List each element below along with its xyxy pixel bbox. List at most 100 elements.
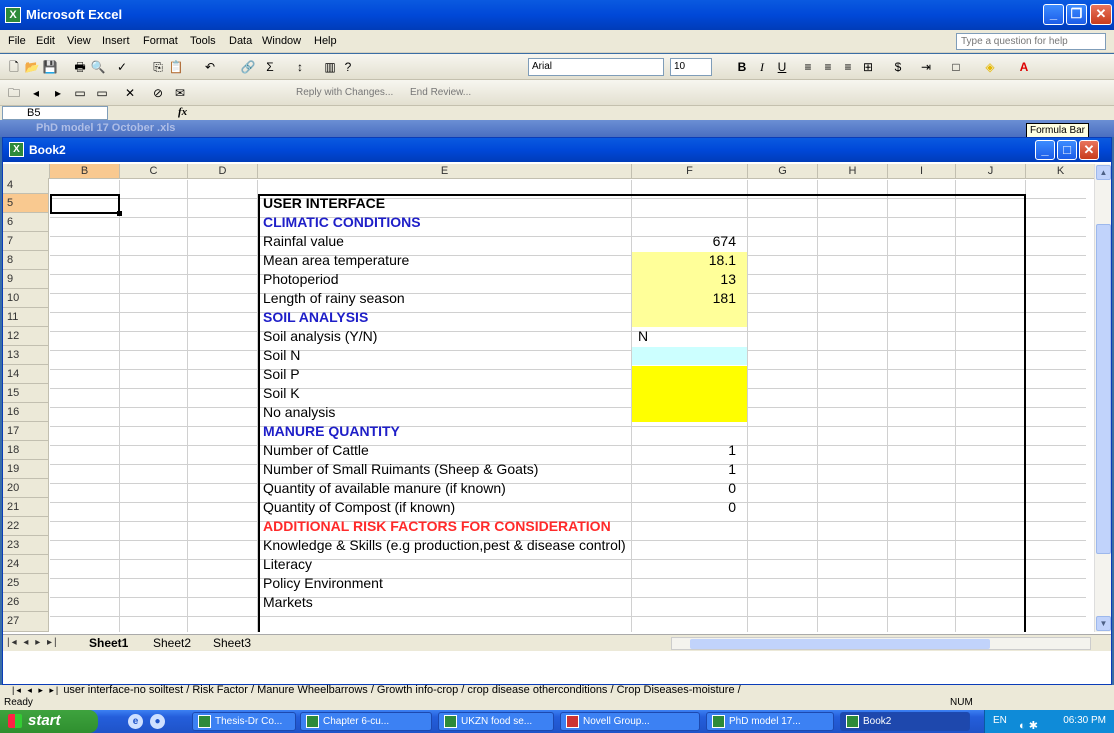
reply-with-changes-button[interactable]: Reply with Changes... — [296, 87, 393, 98]
font-color-icon[interactable]: A — [1016, 59, 1032, 75]
fill-color-icon[interactable]: ◈ — [982, 59, 998, 75]
cell-e22[interactable]: ADDITIONAL RISK FACTORS FOR CONSIDERATIO… — [263, 517, 611, 536]
workbook-minimize-button[interactable]: _ — [1035, 140, 1055, 160]
bold-icon[interactable]: B — [734, 59, 750, 75]
indent-icon[interactable]: ⇥ — [918, 59, 934, 75]
row-header[interactable]: 24 — [3, 555, 49, 574]
font-name-select[interactable]: Arial — [528, 58, 664, 76]
column-header-j[interactable]: J — [956, 164, 1026, 179]
vertical-scrollbar[interactable]: ▲ ▼ — [1094, 164, 1111, 632]
taskbar-item[interactable]: Thesis-Dr Co... — [192, 712, 296, 731]
menu-window[interactable]: Window — [262, 35, 301, 47]
cell-e10[interactable]: Length of rainy season — [263, 289, 405, 308]
send-mail-icon[interactable]: ✉ — [172, 85, 188, 101]
row-header[interactable]: 17 — [3, 422, 49, 441]
cell-f20[interactable]: 0 — [632, 479, 736, 498]
column-header-d[interactable]: D — [188, 164, 258, 179]
new-icon[interactable]: 🗋 — [6, 59, 22, 75]
cell-e23[interactable]: Knowledge & Skills (e.g production,pest … — [263, 536, 626, 555]
close-button[interactable]: ✕ — [1090, 4, 1112, 25]
tab-sheet2[interactable]: Sheet2 — [153, 636, 191, 651]
font-size-select[interactable]: 10 — [670, 58, 712, 76]
align-right-icon[interactable]: ≡ — [840, 59, 856, 75]
browser-quicklaunch-icon[interactable]: e — [128, 714, 143, 729]
start-button[interactable]: start — [0, 710, 98, 733]
cell-e13[interactable]: Soil N — [263, 346, 300, 365]
scrollbar-thumb[interactable] — [1096, 224, 1111, 554]
row-header[interactable]: 23 — [3, 536, 49, 555]
restore-button[interactable]: ❐ — [1066, 4, 1087, 25]
horizontal-scrollbar[interactable] — [671, 637, 1091, 650]
paste-icon[interactable]: 📋 — [168, 59, 184, 75]
cell-e19[interactable]: Number of Small Ruimants (Sheep & Goats) — [263, 460, 538, 479]
align-left-icon[interactable]: ≡ — [800, 59, 816, 75]
column-header-i[interactable]: I — [888, 164, 956, 179]
scroll-down-icon[interactable]: ▼ — [1096, 616, 1111, 631]
column-header-h[interactable]: H — [818, 164, 888, 179]
tab-sheet1[interactable]: Sheet1 — [89, 636, 128, 651]
row-header[interactable]: 7 — [3, 232, 49, 251]
taskbar-item[interactable]: Chapter 6-cu... — [300, 712, 432, 731]
column-header-k[interactable]: K — [1026, 164, 1096, 179]
delete-comment-icon[interactable]: ✕ — [122, 85, 138, 101]
row-header[interactable]: 27 — [3, 612, 49, 632]
merge-center-icon[interactable]: ⊞ — [860, 59, 876, 75]
sort-ascending-icon[interactable]: ↕ — [292, 59, 308, 75]
currency-icon[interactable]: $ — [890, 59, 906, 75]
show-comment-icon[interactable]: ▭ — [72, 85, 88, 101]
previous-comment-icon[interactable]: ◂ — [28, 85, 44, 101]
menu-help[interactable]: Help — [314, 35, 337, 47]
cell-e21[interactable]: Quantity of Compost (if known) — [263, 498, 455, 517]
row-header[interactable]: 10 — [3, 289, 49, 308]
italic-icon[interactable]: I — [754, 59, 770, 75]
print-preview-icon[interactable]: 🔍 — [90, 59, 106, 75]
row-header[interactable]: 8 — [3, 251, 49, 270]
menu-edit[interactable]: Edit — [36, 35, 55, 47]
column-header-e[interactable]: E — [258, 164, 632, 179]
cell-f18[interactable]: 1 — [632, 441, 736, 460]
menu-insert[interactable]: Insert — [102, 35, 130, 47]
language-indicator[interactable]: EN — [993, 710, 1007, 732]
spelling-icon[interactable]: ✓ — [114, 59, 130, 75]
minimize-button[interactable]: _ — [1043, 4, 1064, 25]
row-header[interactable]: 15 — [3, 384, 49, 403]
copy-icon[interactable]: ⎘ — [150, 59, 166, 75]
row-header[interactable]: 9 — [3, 270, 49, 289]
name-box[interactable]: B5 — [2, 106, 108, 120]
save-icon[interactable]: 💾 — [42, 59, 58, 75]
row-header[interactable]: 11 — [3, 308, 49, 327]
cell-f9[interactable]: 13 — [632, 270, 736, 289]
taskbar-item[interactable]: UKZN food se... — [438, 712, 554, 731]
cell-e20[interactable]: Quantity of available manure (if known) — [263, 479, 506, 498]
cell-f8[interactable]: 18.1 — [632, 251, 736, 270]
hyperlink-icon[interactable]: 🔗 — [240, 59, 256, 75]
cell-e9[interactable]: Photoperiod — [263, 270, 339, 289]
menu-data[interactable]: Data — [229, 35, 252, 47]
column-header-f[interactable]: F — [632, 164, 748, 179]
column-header-c[interactable]: C — [120, 164, 188, 179]
row-header[interactable]: 16 — [3, 403, 49, 422]
select-all-corner[interactable] — [3, 164, 50, 179]
cell-e18[interactable]: Number of Cattle — [263, 441, 369, 460]
media-quicklaunch-icon[interactable]: ● — [150, 714, 165, 729]
row-header[interactable]: 5 — [3, 194, 49, 213]
taskbar-item[interactable]: Novell Group... — [560, 712, 700, 731]
cell-f10[interactable]: 181 — [632, 289, 736, 308]
fx-icon[interactable]: fx — [178, 106, 187, 118]
row-header[interactable]: 26 — [3, 593, 49, 612]
cell-e24[interactable]: Literacy — [263, 555, 312, 574]
show-all-comments-icon[interactable]: ▭ — [94, 85, 110, 101]
network-icon[interactable]: ◐ ✱ — [1019, 715, 1038, 733]
row-header[interactable]: 12 — [3, 327, 49, 346]
workbook-maximize-button[interactable]: □ — [1057, 140, 1077, 160]
scroll-up-icon[interactable]: ▲ — [1096, 165, 1111, 180]
track-changes-icon[interactable]: ⊘ — [150, 85, 166, 101]
row-header[interactable]: 6 — [3, 213, 49, 232]
menu-view[interactable]: View — [67, 35, 91, 47]
cell-f7[interactable]: 674 — [632, 232, 736, 251]
menu-format[interactable]: Format — [143, 35, 178, 47]
cell-e7[interactable]: Rainfal value — [263, 232, 344, 251]
menu-tools[interactable]: Tools — [190, 35, 216, 47]
align-center-icon[interactable]: ≡ — [820, 59, 836, 75]
help-icon[interactable]: ? — [340, 59, 356, 75]
